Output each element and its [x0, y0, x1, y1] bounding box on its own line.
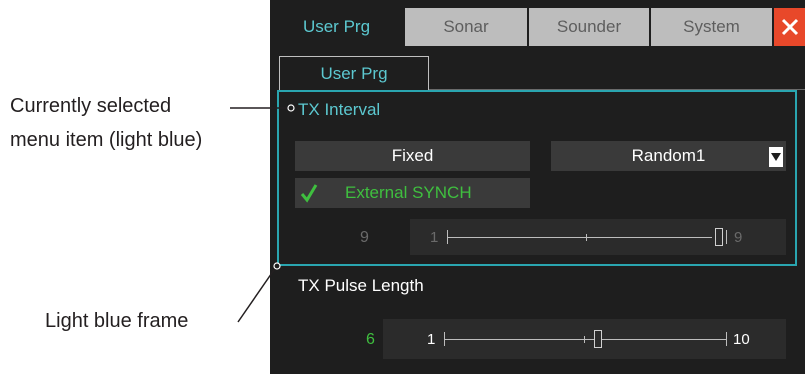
callout-leader-line — [237, 266, 277, 323]
callout-dot — [287, 104, 295, 112]
callout-leaders — [230, 104, 295, 323]
callout-dot — [273, 262, 281, 270]
